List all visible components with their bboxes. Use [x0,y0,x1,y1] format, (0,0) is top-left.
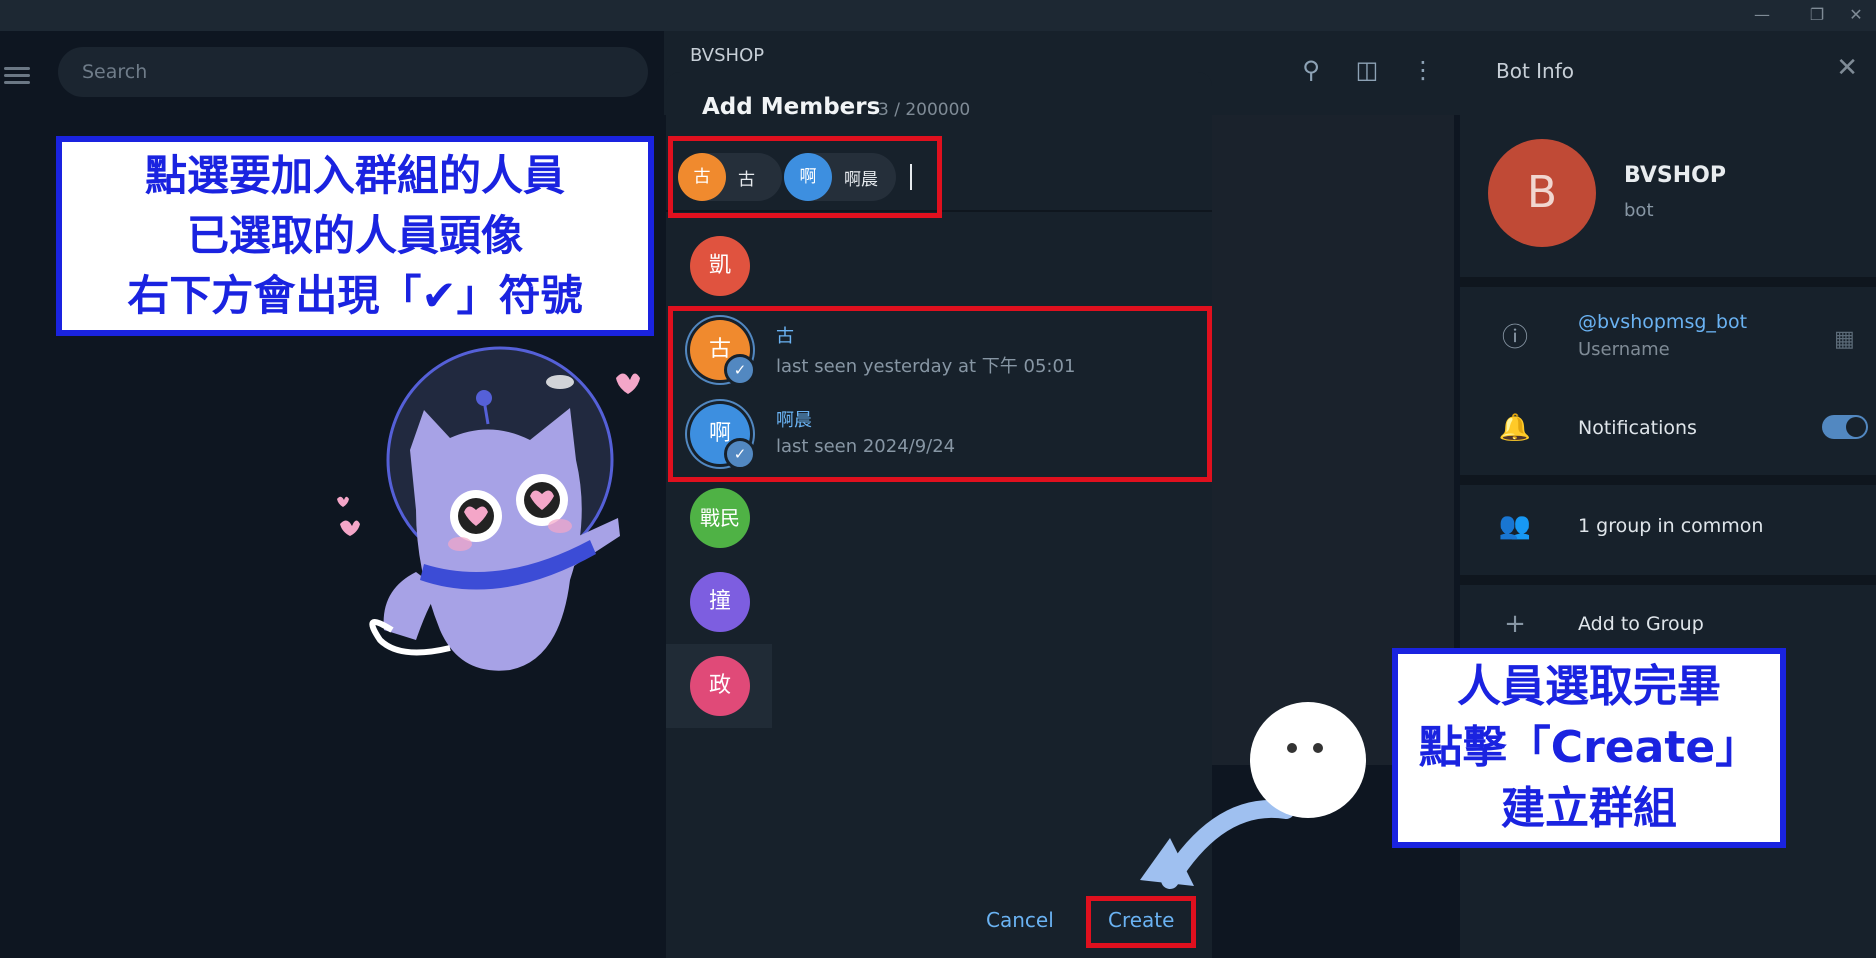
note-line: 點選要加入群組的人員 [144,151,565,200]
note-line: 人員選取完畢 [1457,661,1721,712]
highlight-selected-chips [668,136,942,218]
contact-row[interactable]: 戰民 [666,476,1212,560]
fluff-arrow-sticker [1140,702,1366,889]
divider [1460,277,1876,287]
contact-row[interactable]: 撞 [666,560,1212,644]
notifications-toggle[interactable] [1822,415,1868,439]
dialog-title: Add Members [702,94,881,120]
bot-username[interactable]: @bvshopmsg_bot [1578,311,1747,333]
bot-name: BVSHOP [1624,163,1726,188]
contact-avatar: 撞 [690,572,750,632]
highlight-selected-contacts [668,306,1212,482]
member-count: 3 / 200000 [878,100,971,120]
divider [1460,575,1876,585]
astronaut-cat-sticker [337,346,640,671]
add-to-group[interactable]: Add to Group [1578,613,1704,635]
groups-in-common[interactable]: 1 group in common [1578,515,1763,537]
sidebar-toggle-icon[interactable]: ◫ [1352,55,1382,85]
search-input[interactable]: Search [58,47,648,97]
username-label: Username [1578,339,1670,360]
note-line: 建立群組 [1501,783,1677,834]
contact-avatar: 政 [690,656,750,716]
contact-avatar: 凱 [690,236,750,296]
divider [1460,475,1876,485]
search-icon[interactable]: ⚲ [1296,55,1326,85]
instruction-note-create: 人員選取完畢 點擊「Create」 建立群組 [1392,648,1786,848]
note-line: 已選取的人員頭像 [186,211,523,260]
cancel-button[interactable]: Cancel [986,908,1054,932]
close-icon[interactable]: ✕ [1836,53,1858,83]
restore-button[interactable]: ❐ [1797,4,1837,26]
info-icon: ⓘ [1501,323,1528,353]
note-line: 右下方會出現「✔」符號 [127,271,583,320]
window-titlebar: — ❐ ✕ [0,0,1876,31]
menu-icon[interactable] [4,63,34,87]
bell-icon: 🔔 [1498,413,1532,443]
instruction-note-select: 點選要加入群組的人員 已選取的人員頭像 右下方會出現「✔」符號 [56,136,654,336]
panel-title: Bot Info [1496,59,1575,83]
close-window-button[interactable]: ✕ [1836,4,1876,26]
bot-type: bot [1624,200,1654,221]
more-options-icon[interactable]: ⋮ [1408,55,1438,85]
add-user-icon: + [1504,609,1526,639]
highlight-create-button [1086,896,1196,948]
note-line: 點擊「Create」 [1418,722,1760,773]
minimize-button[interactable]: — [1742,4,1782,26]
chat-title: BVSHOP [690,45,765,66]
contact-avatar: 戰民 [690,488,750,548]
notifications-label: Notifications [1578,417,1697,439]
bot-avatar: B [1488,139,1596,247]
qr-code-icon[interactable]: ▦ [1834,327,1858,352]
group-icon: 👥 [1498,511,1532,541]
contact-row[interactable]: 凱 [666,224,1212,308]
